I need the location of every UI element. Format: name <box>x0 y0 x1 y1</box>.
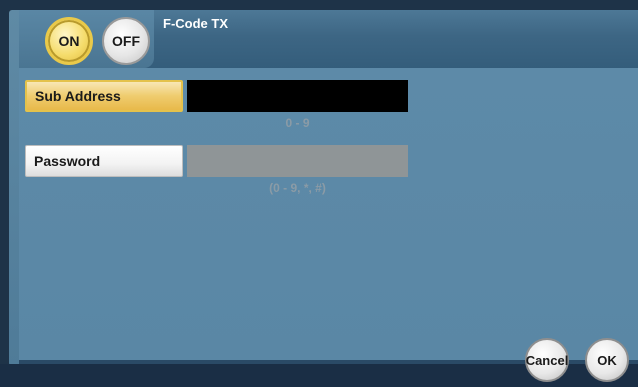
ok-button[interactable]: OK <box>585 338 629 382</box>
page-title: F-Code TX <box>163 16 228 31</box>
fcode-tx-screen: F-Code TX ON OFF Sub Address 0 - 9 Passw… <box>0 0 638 387</box>
on-toggle-button[interactable]: ON <box>45 17 93 65</box>
password-field[interactable] <box>187 145 408 177</box>
off-toggle-button[interactable]: OFF <box>102 17 150 65</box>
password-hint: (0 - 9, *, #) <box>269 181 326 195</box>
password-button[interactable]: Password <box>25 145 183 177</box>
sub-address-field[interactable] <box>187 80 408 112</box>
sub-address-button[interactable]: Sub Address <box>25 80 183 112</box>
sub-address-hint: 0 - 9 <box>285 116 310 130</box>
cancel-button[interactable]: Cancel <box>525 338 569 382</box>
left-edge-strip <box>9 10 19 366</box>
